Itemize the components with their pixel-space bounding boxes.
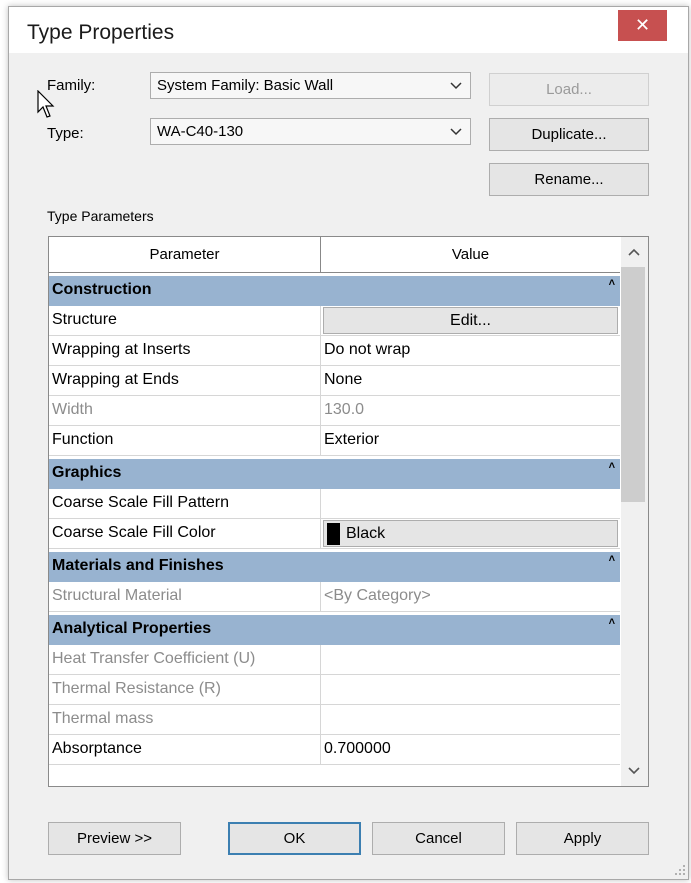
param-value-cell: Edit... bbox=[321, 306, 620, 336]
param-value bbox=[321, 705, 620, 735]
scroll-down-icon[interactable] bbox=[626, 764, 642, 778]
param-name: Absorptance bbox=[49, 735, 321, 765]
rename-button[interactable]: Rename... bbox=[489, 163, 649, 196]
param-value: 130.0 bbox=[324, 401, 365, 418]
type-label: Type: bbox=[47, 125, 84, 142]
group-label: Construction bbox=[52, 281, 152, 298]
table-row[interactable]: Wrapping at Ends None bbox=[49, 366, 620, 396]
param-value bbox=[321, 675, 620, 705]
table-row: Thermal mass bbox=[49, 705, 620, 735]
structure-edit-button[interactable]: Edit... bbox=[323, 307, 618, 334]
family-dropdown[interactable]: System Family: Basic Wall bbox=[150, 72, 471, 99]
param-name: Structural Material bbox=[49, 582, 321, 612]
collapse-icon[interactable]: ˄ bbox=[609, 460, 615, 472]
group-label: Materials and Finishes bbox=[52, 557, 224, 574]
mouse-cursor-icon bbox=[37, 90, 55, 118]
group-construction[interactable]: Construction ˄ bbox=[49, 273, 620, 306]
scrollbar-thumb[interactable] bbox=[621, 267, 645, 502]
param-value bbox=[321, 645, 620, 675]
type-parameters-grid: Parameter Value Construction ˄ Structure… bbox=[48, 236, 649, 787]
param-value[interactable]: None bbox=[321, 366, 620, 396]
table-row[interactable]: Wrapping at Inserts Do not wrap bbox=[49, 336, 620, 366]
resize-grip-icon[interactable] bbox=[673, 863, 687, 877]
param-value[interactable]: 0.700000 bbox=[321, 735, 620, 765]
param-value[interactable]: Do not wrap bbox=[321, 336, 620, 366]
collapse-icon[interactable]: ˄ bbox=[609, 277, 615, 289]
dialog-title: Type Properties bbox=[27, 21, 175, 44]
param-value[interactable]: Exterior bbox=[321, 426, 620, 456]
table-row: Heat Transfer Coefficient (U) bbox=[49, 645, 620, 675]
grid-rows: Construction ˄ Structure Edit... Wrappin… bbox=[49, 273, 620, 786]
ok-button[interactable]: OK bbox=[228, 822, 361, 855]
apply-button[interactable]: Apply bbox=[516, 822, 649, 855]
type-parameters-label: Type Parameters bbox=[47, 208, 154, 224]
close-button[interactable]: ✕ bbox=[618, 10, 667, 41]
collapse-icon[interactable]: ˄ bbox=[609, 553, 615, 565]
value-column-header[interactable]: Value bbox=[321, 237, 620, 272]
fill-color-button[interactable]: Black bbox=[323, 520, 618, 547]
param-name: Thermal Resistance (R) bbox=[49, 675, 321, 705]
param-name: Structure bbox=[49, 306, 321, 336]
group-graphics[interactable]: Graphics ˄ bbox=[49, 456, 620, 489]
color-swatch bbox=[327, 522, 340, 545]
vertical-scrollbar[interactable] bbox=[621, 237, 648, 786]
grid-header: Parameter Value bbox=[49, 237, 620, 273]
table-row[interactable]: Coarse Scale Fill Pattern bbox=[49, 489, 620, 519]
load-button[interactable]: Load... bbox=[489, 73, 649, 106]
group-label: Analytical Properties bbox=[52, 620, 212, 637]
duplicate-button[interactable]: Duplicate... bbox=[489, 118, 649, 151]
background-window-edge bbox=[9, 67, 20, 847]
chevron-down-icon bbox=[450, 128, 462, 136]
group-analytical-properties[interactable]: Analytical Properties ˄ bbox=[49, 612, 620, 645]
param-name: Wrapping at Ends bbox=[49, 366, 321, 396]
param-name: Function bbox=[49, 426, 321, 456]
parameter-column-header[interactable]: Parameter bbox=[49, 237, 321, 272]
table-row: Structural Material <By Category> bbox=[49, 582, 620, 612]
param-name: Coarse Scale Fill Color bbox=[49, 519, 321, 549]
param-value-cell: Black bbox=[321, 519, 620, 549]
table-row: Thermal Resistance (R) bbox=[49, 675, 620, 705]
param-name: Heat Transfer Coefficient (U) bbox=[49, 645, 321, 675]
param-value[interactable] bbox=[321, 489, 620, 519]
preview-button[interactable]: Preview >> bbox=[48, 822, 181, 855]
table-row-partial bbox=[49, 765, 620, 786]
group-materials-and-finishes[interactable]: Materials and Finishes ˄ bbox=[49, 549, 620, 582]
table-row[interactable]: Absorptance 0.700000 bbox=[49, 735, 620, 765]
param-name: Wrapping at Inserts bbox=[49, 336, 321, 366]
scroll-up-icon[interactable] bbox=[626, 245, 642, 259]
table-row: Coarse Scale Fill Color Black bbox=[49, 519, 620, 549]
param-name: Thermal mass bbox=[49, 705, 321, 735]
param-value: <By Category> bbox=[324, 587, 431, 604]
table-row: Structure Edit... bbox=[49, 306, 620, 336]
cancel-button[interactable]: Cancel bbox=[372, 822, 505, 855]
param-name: Width bbox=[49, 396, 321, 426]
title-bar: Type Properties ✕ bbox=[9, 7, 688, 53]
fill-color-value: Black bbox=[346, 524, 386, 542]
type-value: WA-C40-130 bbox=[157, 123, 244, 140]
group-label: Graphics bbox=[52, 464, 122, 481]
family-label: Family: bbox=[47, 77, 96, 94]
collapse-icon[interactable]: ˄ bbox=[609, 616, 615, 628]
table-row: Width 130.0 bbox=[49, 396, 620, 426]
chevron-down-icon bbox=[450, 82, 462, 90]
type-properties-dialog: Type Properties ✕ Family: System Family:… bbox=[8, 6, 689, 880]
close-icon: ✕ bbox=[634, 15, 651, 35]
type-dropdown[interactable]: WA-C40-130 bbox=[150, 118, 471, 145]
table-row[interactable]: Function Exterior bbox=[49, 426, 620, 456]
family-value: System Family: Basic Wall bbox=[157, 77, 334, 94]
param-name: Coarse Scale Fill Pattern bbox=[49, 489, 321, 519]
